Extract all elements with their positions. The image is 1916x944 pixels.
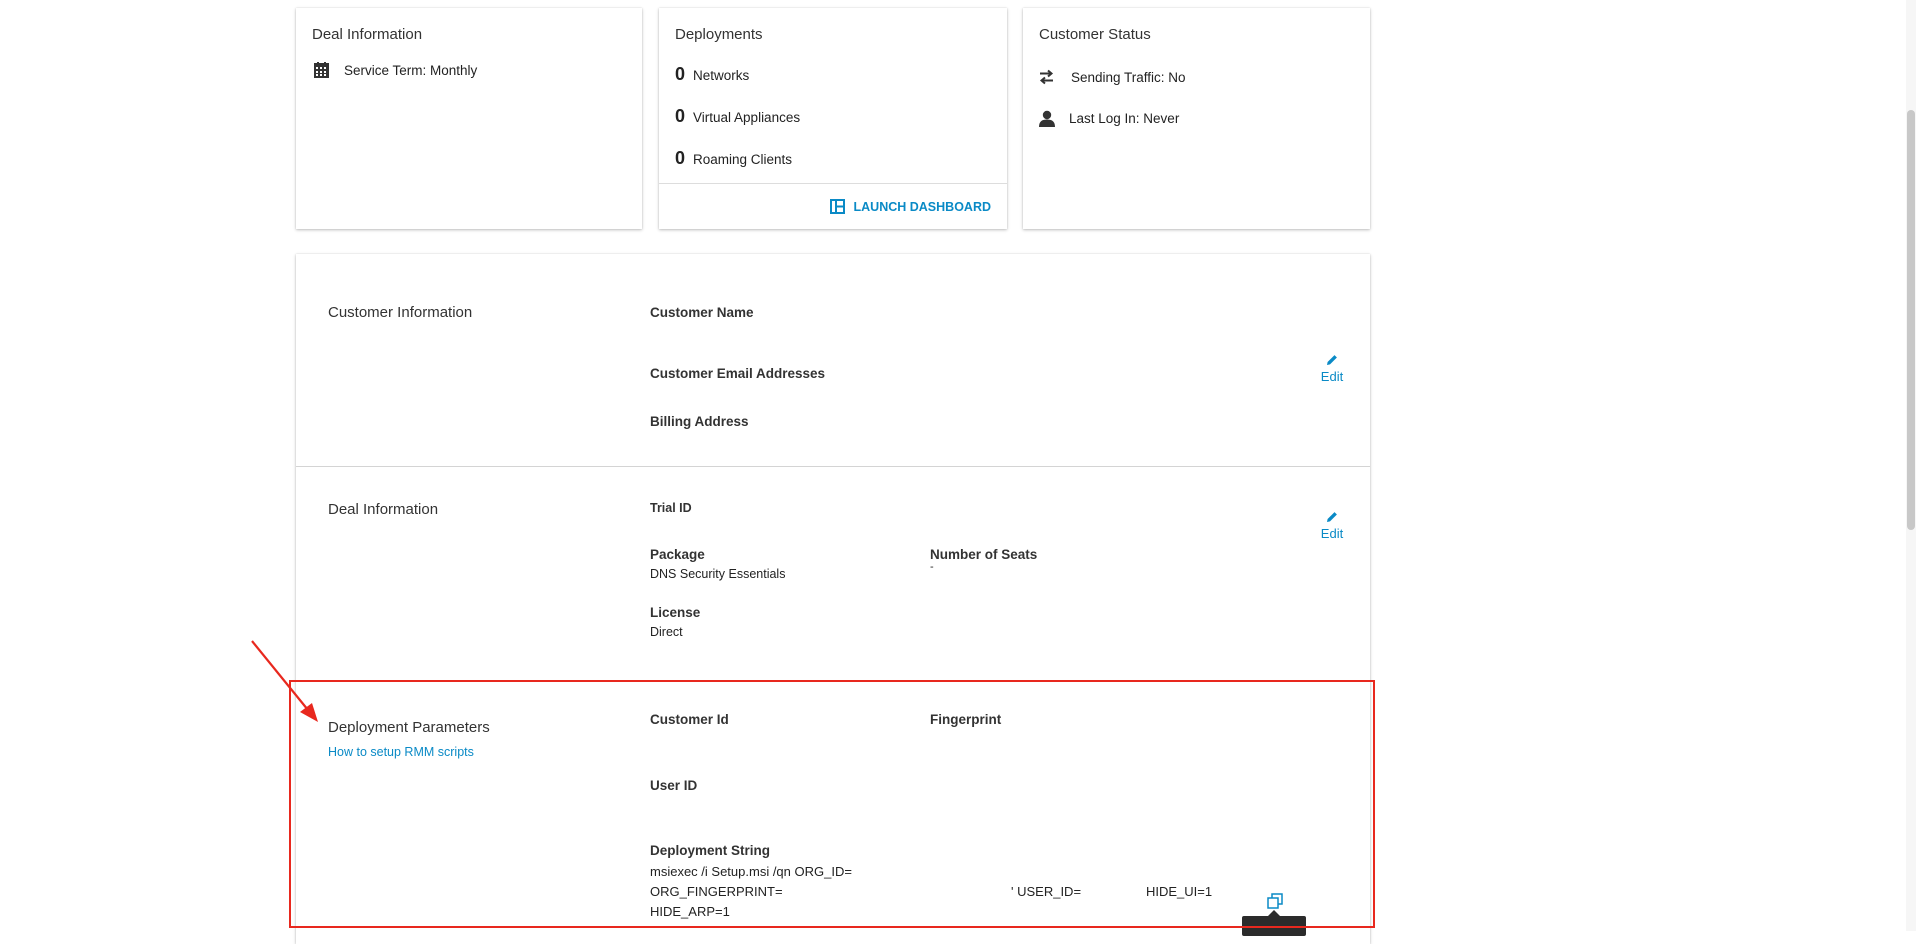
- roaming-clients-label: Roaming Clients: [693, 152, 793, 167]
- customer-information-section: Customer Information Customer Name Custo…: [296, 254, 1370, 466]
- package-label: Package: [650, 547, 705, 562]
- customer-information-edit-label: Edit: [1320, 369, 1344, 384]
- service-term-row: Service Term: Monthly: [314, 62, 477, 78]
- license-value: Direct: [650, 625, 683, 639]
- pencil-icon: [1327, 512, 1337, 522]
- annotation-arrow-icon: [251, 640, 318, 722]
- deal-information-section: Deal Information Trial ID Package DNS Se…: [296, 467, 1370, 677]
- deployments-card-title: Deployments: [675, 26, 763, 43]
- deployment-row-networks: 0 Networks: [675, 64, 749, 85]
- license-label: License: [650, 605, 701, 620]
- roaming-clients-count: 0: [675, 148, 686, 168]
- virtual-appliances-label: Virtual Appliances: [693, 110, 801, 125]
- deal-information-edit-button[interactable]: Edit: [1312, 511, 1352, 541]
- deployments-card: Deployments 0 Networks 0 Virtual Applian…: [659, 8, 1007, 229]
- pencil-icon: [1327, 355, 1337, 365]
- sending-traffic-text: Sending Traffic: No: [1071, 69, 1186, 85]
- calendar-icon: [314, 62, 329, 78]
- number-of-seats-label: Number of Seats: [930, 547, 1038, 562]
- networks-label: Networks: [693, 68, 750, 83]
- scrollbar-thumb[interactable]: [1907, 110, 1915, 530]
- sending-traffic-row: Sending Traffic: No: [1039, 69, 1186, 85]
- deployment-row-roaming-clients: 0 Roaming Clients: [675, 148, 792, 169]
- dashboard-icon: [829, 199, 845, 214]
- transfer-arrows-icon: [1039, 69, 1054, 85]
- launch-dashboard-button[interactable]: LAUNCH DASHBOARD: [829, 199, 992, 214]
- customer-status-title: Customer Status: [1039, 26, 1151, 43]
- deal-information-title: Deal Information: [328, 501, 439, 518]
- user-icon: [1039, 110, 1055, 127]
- deployment-row-virtual-appliances: 0 Virtual Appliances: [675, 106, 800, 127]
- package-value: DNS Security Essentials: [650, 567, 786, 581]
- deal-information-edit-label: Edit: [1320, 526, 1344, 541]
- last-login-row: Last Log In: Never: [1039, 110, 1179, 127]
- last-login-text: Last Log In: Never: [1069, 111, 1180, 126]
- customer-name-label: Customer Name: [650, 305, 754, 320]
- service-term-text: Service Term: Monthly: [344, 62, 478, 78]
- customer-information-edit-button[interactable]: Edit: [1312, 354, 1352, 384]
- deal-summary-card: Deal Information Service Term: Monthly: [296, 8, 642, 229]
- deal-card-title: Deal Information: [312, 26, 423, 43]
- customer-status-card: Customer Status Sending Traffic: No Last…: [1023, 8, 1370, 229]
- customer-email-label: Customer Email Addresses: [650, 366, 826, 381]
- annotation-highlight-box: [289, 680, 1375, 928]
- billing-address-label: Billing Address: [650, 414, 749, 429]
- virtual-appliances-count: 0: [675, 106, 686, 126]
- trial-id-label: Trial ID: [650, 501, 692, 515]
- networks-count: 0: [675, 64, 686, 84]
- customer-information-title: Customer Information: [328, 304, 473, 321]
- card-divider: [659, 183, 1007, 184]
- launch-dashboard-label: LAUNCH DASHBOARD: [853, 199, 992, 214]
- number-of-seats-value: -: [930, 561, 934, 573]
